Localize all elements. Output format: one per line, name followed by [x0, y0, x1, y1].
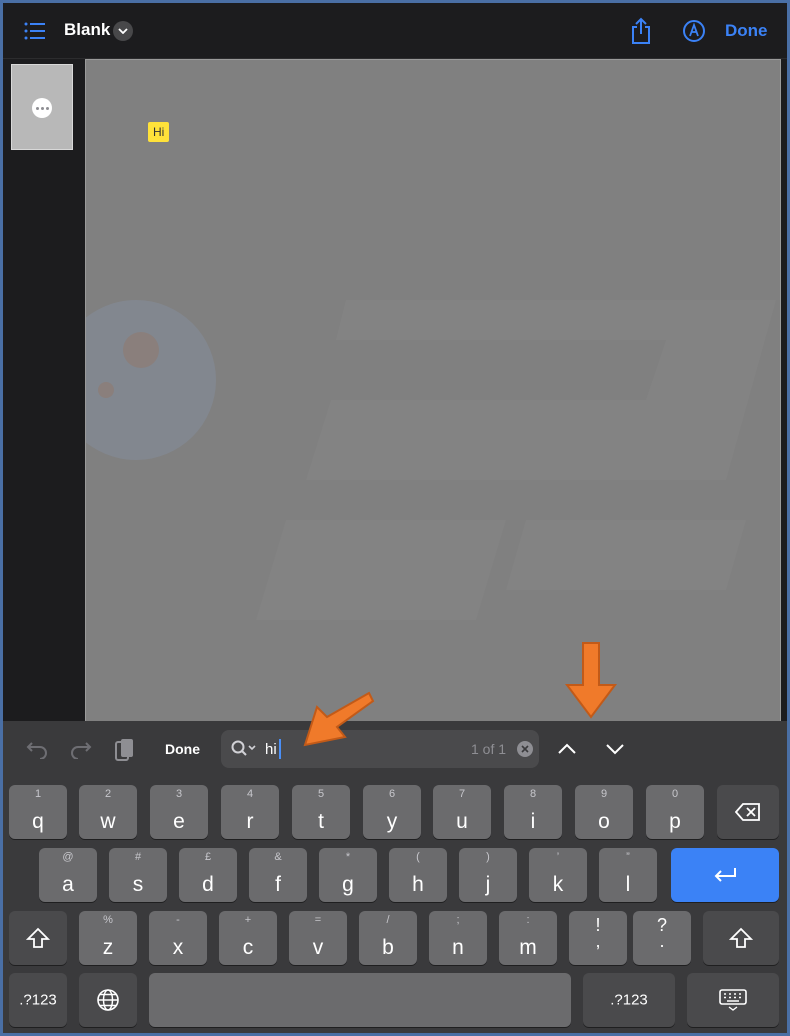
search-icon[interactable]: [231, 740, 257, 763]
key-q[interactable]: 1q: [9, 785, 67, 839]
app-window: Blank Done Hi Done hi 1 of 1 1 q 2 w 3 e…: [3, 3, 787, 1033]
key-x[interactable]: -x: [149, 911, 207, 965]
key-r[interactable]: 4r: [221, 785, 279, 839]
more-options-icon[interactable]: [32, 98, 52, 118]
key-a[interactable]: @ a: [39, 848, 97, 902]
key-s[interactable]: # s: [109, 848, 167, 902]
hide-keyboard-key[interactable]: [687, 973, 779, 1027]
text-cursor: [279, 739, 281, 759]
delete-key[interactable]: [717, 785, 779, 839]
clear-search-icon[interactable]: [517, 741, 533, 757]
shift-icon: [9, 911, 67, 965]
key-j[interactable]: ) j: [459, 848, 517, 902]
next-result-icon[interactable]: [603, 737, 627, 761]
list-icon[interactable]: [23, 21, 47, 41]
key-u[interactable]: 7u: [433, 785, 491, 839]
redo-icon[interactable]: [69, 737, 93, 761]
numbers-key-left[interactable]: .?123: [9, 973, 67, 1027]
watermark-logo: [86, 300, 776, 620]
shift-icon: [703, 911, 779, 965]
clipboard-icon[interactable]: [113, 737, 137, 763]
document-canvas[interactable]: Hi: [85, 59, 781, 723]
return-icon: [671, 848, 779, 902]
previous-result-icon[interactable]: [555, 737, 579, 761]
key-c[interactable]: + c: [219, 911, 277, 965]
shift-key-right[interactable]: [703, 911, 779, 965]
key-y[interactable]: 6y: [363, 785, 421, 839]
key-b[interactable]: / b: [359, 911, 417, 965]
key-e[interactable]: 3e: [150, 785, 208, 839]
onscreen-keyboard: 1q 2w 3e 4r 5t 6y 7u 8i 9o 0p @ a # s £ d &…: [3, 777, 787, 1033]
space-bar[interactable]: [149, 973, 571, 1027]
return-key[interactable]: [671, 848, 779, 902]
chevron-down-icon[interactable]: [113, 21, 133, 41]
key-o[interactable]: 9o: [575, 785, 633, 839]
numbers-key-right[interactable]: .?123: [583, 973, 675, 1027]
key-h[interactable]: (h: [389, 848, 447, 902]
top-toolbar: Blank Done: [3, 3, 787, 59]
key-n[interactable]: ; n: [429, 911, 487, 965]
highlighted-search-result[interactable]: Hi: [148, 122, 170, 142]
annotation-arrow-next: [565, 642, 617, 719]
shift-key-left[interactable]: [9, 911, 67, 965]
key-p[interactable]: 0p: [646, 785, 704, 839]
keyboard-dismiss-icon: [687, 973, 779, 1027]
key-w[interactable]: 2w: [79, 785, 137, 839]
find-search-field[interactable]: hi 1 of 1: [221, 730, 539, 768]
document-title[interactable]: Blank: [64, 20, 110, 40]
page-thumbnail-sidebar: [3, 59, 85, 723]
key-f[interactable]: & f: [249, 848, 307, 902]
key-k[interactable]: ’ k: [529, 848, 587, 902]
undo-icon[interactable]: [25, 737, 49, 761]
match-count: 1 of 1: [471, 741, 507, 757]
key-i[interactable]: 8i: [504, 785, 562, 839]
search-input[interactable]: hi: [265, 741, 277, 758]
key-m[interactable]: :m: [499, 911, 557, 965]
key-g[interactable]: * g: [319, 848, 377, 902]
share-icon[interactable]: [630, 17, 652, 45]
key-exclaim-comma[interactable]: !,: [569, 911, 627, 965]
markup-pen-icon[interactable]: [682, 19, 706, 43]
key-t[interactable]: 5t: [292, 785, 350, 839]
globe-icon: [79, 973, 137, 1027]
find-done-button[interactable]: Done: [165, 741, 200, 757]
done-button[interactable]: Done: [725, 21, 768, 41]
page-thumbnail[interactable]: [11, 64, 73, 150]
key-z[interactable]: % z: [79, 911, 137, 965]
backspace-icon: [717, 785, 779, 839]
key-d[interactable]: £ d: [179, 848, 237, 902]
key-l[interactable]: ” l: [599, 848, 657, 902]
annotation-arrow-search: [303, 691, 375, 747]
find-toolbar: Done hi 1 of 1: [3, 721, 787, 777]
key-v[interactable]: = v: [289, 911, 347, 965]
globe-key[interactable]: [79, 973, 137, 1027]
key-question-period[interactable]: ?.: [633, 911, 691, 965]
